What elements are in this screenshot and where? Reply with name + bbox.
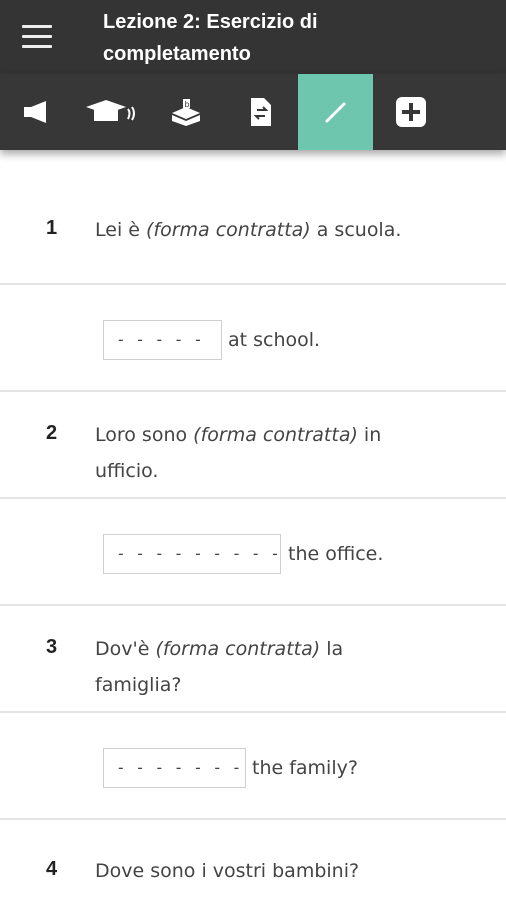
tool-graduation[interactable] [73,74,148,150]
title-line-1: Lezione 2: Esercizio di [103,11,318,33]
question-text: Dove sono i vostri bambini? [95,860,360,882]
answer-row: - - - - - - - - - the office. [0,499,506,606]
exercise-screen: { "header": { "title_line1": "Lezione 2:… [0,0,506,900]
app-header: Lezione 2: Esercizio di completamento [0,0,506,74]
learn-icon: b [171,99,200,126]
answer-suffix: the office. [288,543,384,565]
toolbar: b [0,74,506,150]
question-number: 3 [46,636,58,658]
document-swap-icon [250,98,271,126]
answer-row: - - - - - - - the family? [0,713,506,820]
question-row: 2 Loro sono (forma contratta) in ufficio… [0,392,506,499]
hamburger-menu-icon[interactable] [22,25,52,51]
question-text: Lei è (forma contratta) a scuola. [95,219,402,241]
megaphone-icon [23,101,46,123]
question-row: 3 Dov'è (forma contratta) la famiglia? [0,606,506,713]
tool-megaphone[interactable] [0,74,73,150]
answer-suffix: at school. [228,329,321,351]
tool-write[interactable] [298,74,373,150]
plus-icon [395,97,426,127]
tool-learn[interactable]: b [148,74,223,150]
answer-input[interactable]: - - - - - - - - - [103,534,281,574]
pencil-icon [325,102,345,123]
title-line-2: completamento [103,43,251,65]
graduation-cap-icon [85,100,135,121]
question-text: Loro sono (forma contratta) in ufficio. [95,424,382,482]
page-title: Lezione 2: Esercizio di completamento [103,6,483,70]
question-number: 2 [46,422,58,444]
tool-add[interactable] [373,74,448,150]
answer-input[interactable]: - - - - - [103,320,222,360]
tool-document-swap[interactable] [223,74,298,150]
svg-text:b: b [184,100,189,109]
question-row: 1 Lei è (forma contratta) a scuola. [0,150,506,285]
question-row: 4 Dove sono i vostri bambini? [0,820,506,900]
question-number: 4 [46,858,58,880]
answer-suffix: the family? [252,757,358,779]
question-text: Dov'è (forma contratta) la famiglia? [95,638,344,696]
answer-row: - - - - - at school. [0,285,506,392]
answer-input[interactable]: - - - - - - - [103,748,246,788]
question-number: 1 [46,217,58,239]
exercise-list: 1 Lei è (forma contratta) a scuola. - - … [0,150,506,900]
